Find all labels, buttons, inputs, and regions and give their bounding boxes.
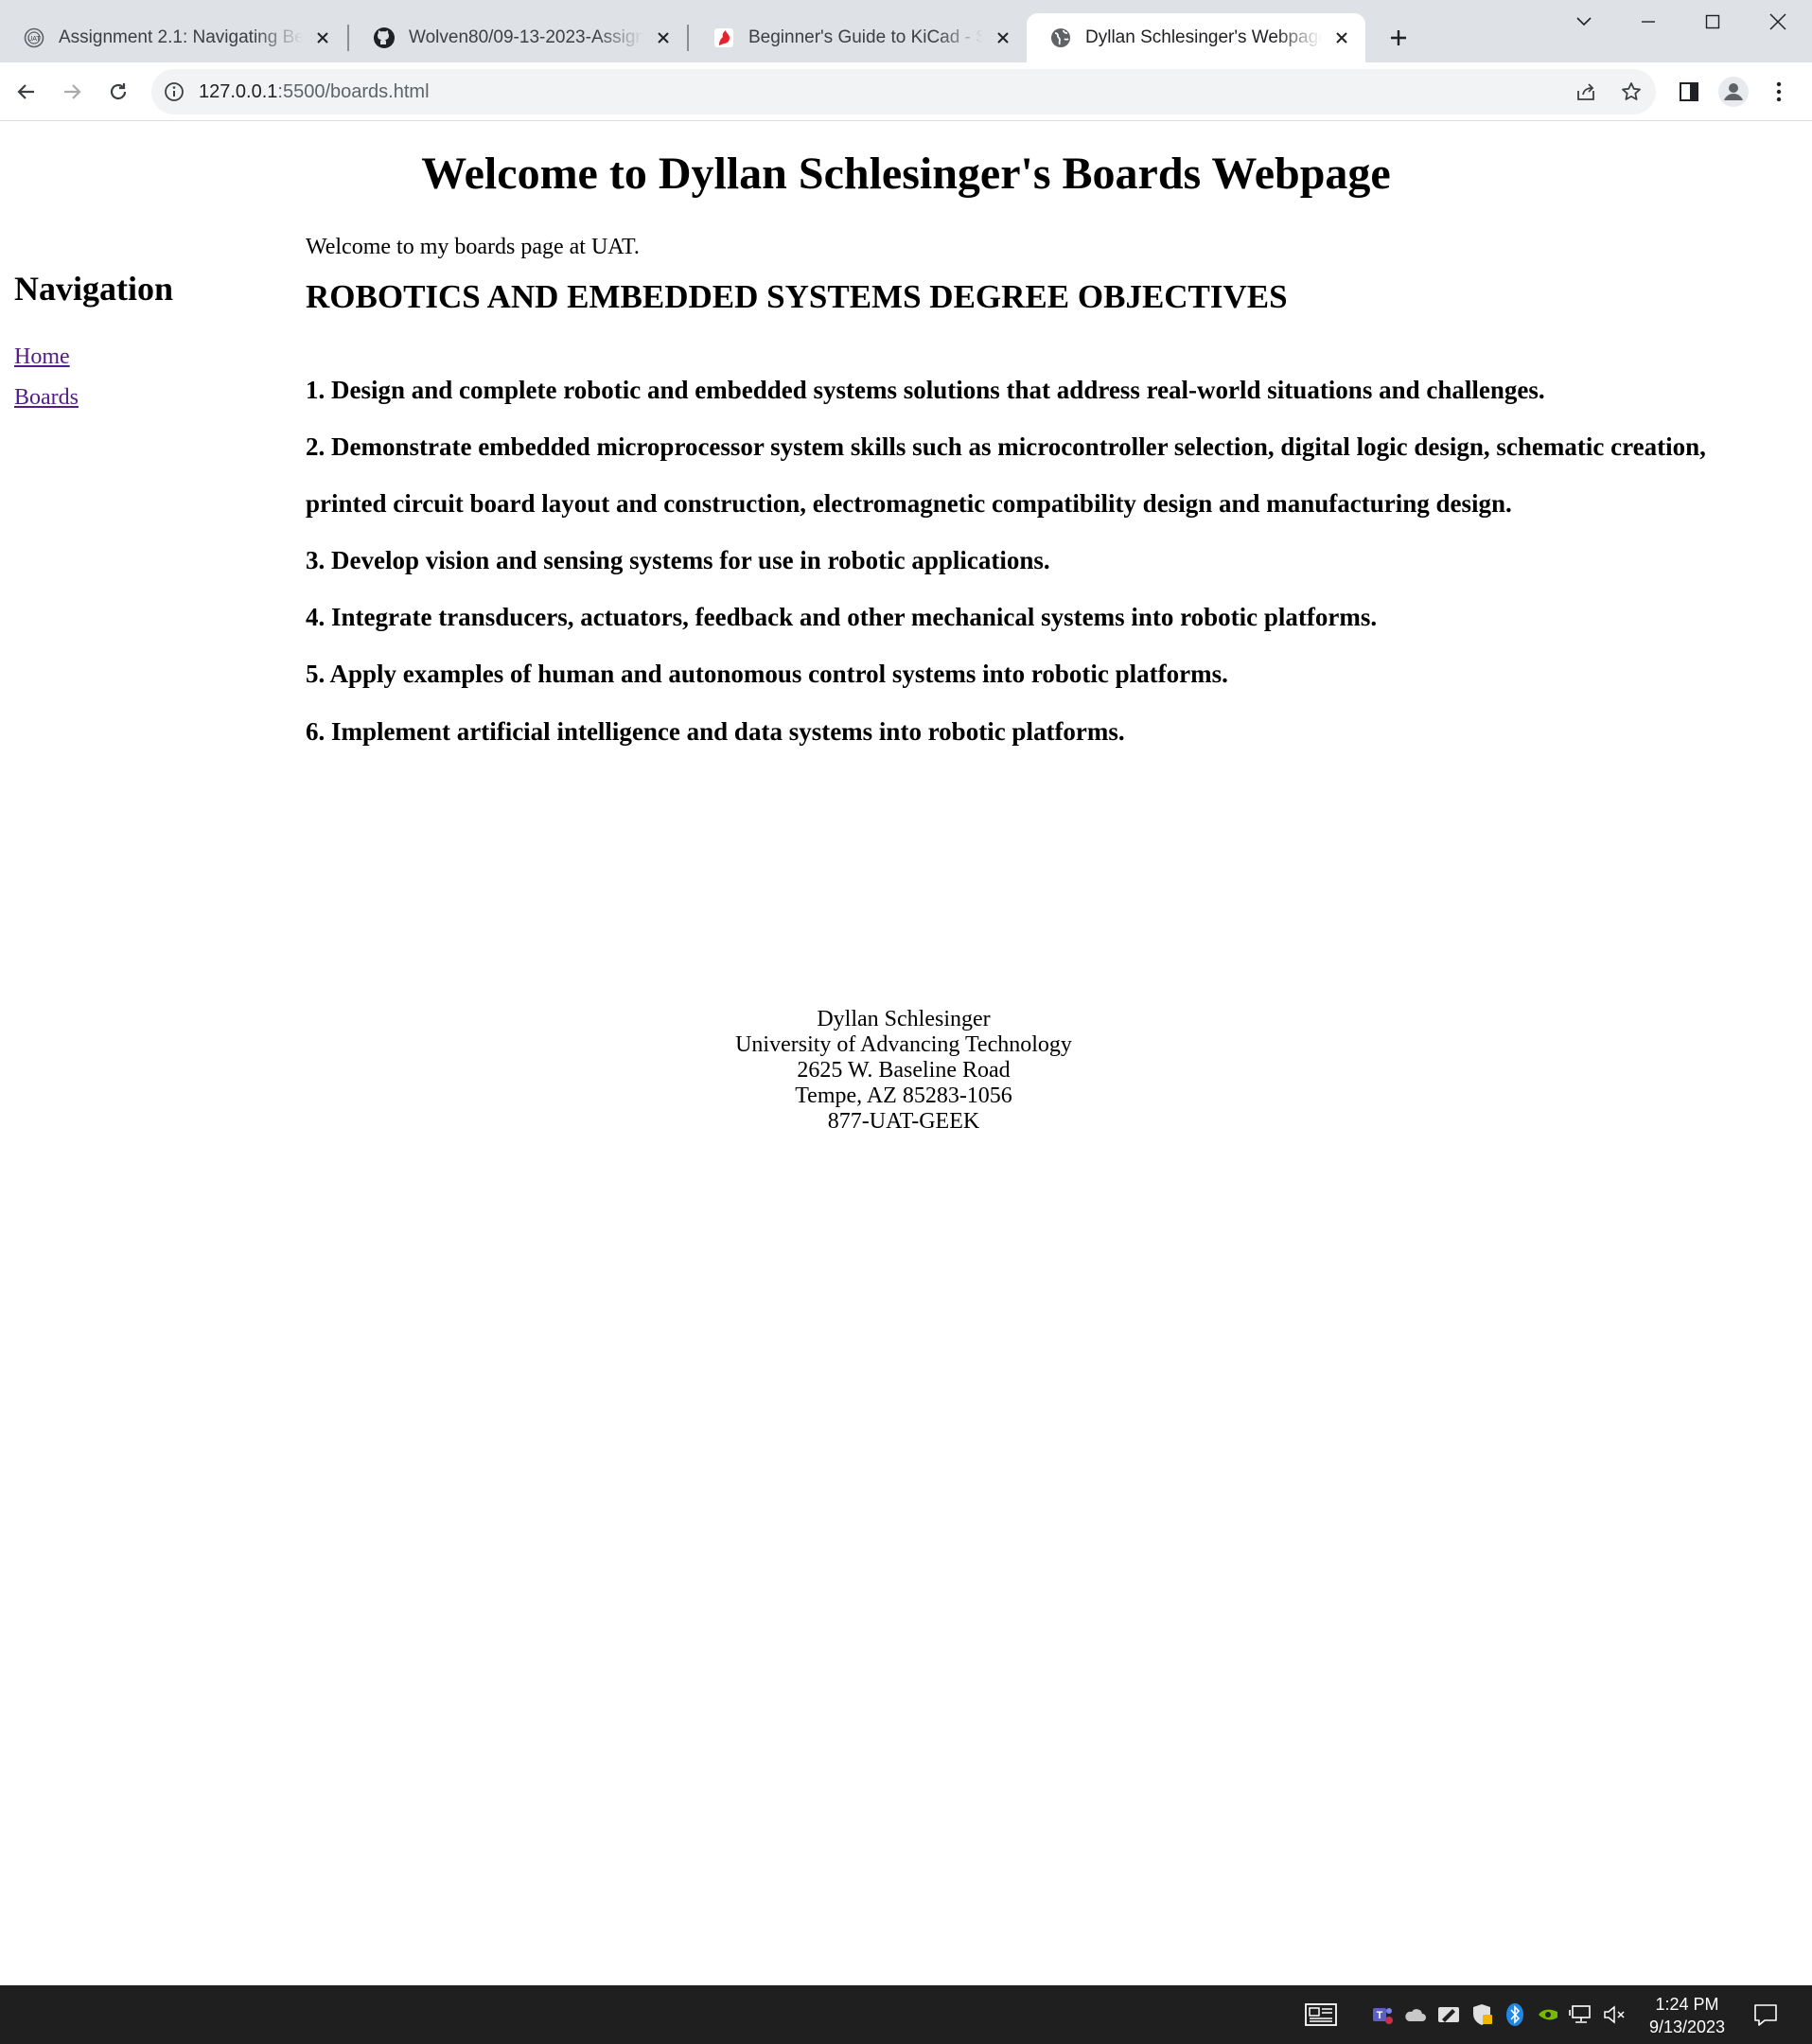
url-path: :5500/boards.html <box>277 80 430 102</box>
navigation-sidebar: Navigation Home Boards <box>14 269 173 411</box>
close-icon[interactable] <box>312 27 333 48</box>
github-icon <box>373 26 396 49</box>
footer-phone: 877-UAT-GEEK <box>827 1109 980 1134</box>
browser-toolbar: 127.0.0.1:5500/boards.html <box>0 62 1812 121</box>
plus-icon <box>1391 30 1406 45</box>
tab-strip: UAT Assignment 2.1: Navigating Betw Wolv… <box>0 0 1812 62</box>
nvidia-icon[interactable] <box>1534 2000 1562 2030</box>
tab-separator <box>687 25 689 51</box>
star-icon <box>1622 82 1641 100</box>
footer-street: 2625 W. Baseline Road <box>797 1058 1011 1083</box>
clock-date: 9/13/2023 <box>1648 2018 1726 2036</box>
tab-title: Dyllan Schlesinger's Webpage <box>1085 27 1322 47</box>
tab-search-button[interactable] <box>1552 0 1616 44</box>
forward-button[interactable] <box>51 71 93 113</box>
avatar-icon <box>1718 77 1749 107</box>
tab-dyllan-webpage[interactable]: Dyllan Schlesinger's Webpage <box>1027 13 1365 62</box>
objective-item: 2. Demonstrate embedded microprocessor s… <box>306 432 1706 518</box>
tab-title: Assignment 2.1: Navigating Betw <box>59 27 303 47</box>
sparkfun-icon <box>712 26 735 49</box>
url-host: 127.0.0.1 <box>199 80 278 102</box>
notification-icon[interactable] <box>1749 2000 1783 2030</box>
teams-icon[interactable]: T <box>1368 2000 1397 2030</box>
objective-item: 3. Develop vision and sensing systems fo… <box>306 546 1050 574</box>
volume-muted-icon[interactable] <box>1600 2000 1628 2030</box>
tab-title: Beginner's Guide to KiCad - Spar <box>748 27 983 47</box>
minimize-button[interactable] <box>1616 0 1680 44</box>
side-panel-button[interactable] <box>1668 71 1710 113</box>
footer-city: Tempe, AZ 85283-1056 <box>795 1084 1012 1108</box>
url-text[interactable]: 127.0.0.1:5500/boards.html <box>199 81 430 103</box>
objective-item: 6. Implement artificial intelligence and… <box>306 717 1125 746</box>
taskbar: T 1:24 PM 9/13/2023 <box>0 1985 1812 2044</box>
close-icon <box>1769 13 1786 30</box>
chevron-down-icon <box>1576 17 1592 26</box>
security-shield-icon[interactable] <box>1468 2000 1496 2030</box>
bluetooth-icon[interactable] <box>1501 2000 1529 2030</box>
page-footer: Dyllan Schlesinger University of Advanci… <box>0 1007 1807 1135</box>
close-icon[interactable] <box>1331 27 1352 48</box>
objective-item: 5. Apply examples of human and autonomou… <box>306 660 1228 688</box>
tab-github[interactable]: Wolven80/09-13-2023-Assignme <box>350 13 687 62</box>
web-page: Welcome to Dyllan Schlesinger's Boards W… <box>0 121 1812 1985</box>
system-clock[interactable]: 1:24 PM 9/13/2023 <box>1626 1993 1749 2038</box>
footer-university: University of Advancing Technology <box>735 1032 1072 1057</box>
arrow-right-icon <box>64 84 81 99</box>
minimize-icon <box>1642 21 1655 23</box>
svg-text:UAT: UAT <box>27 36 41 43</box>
page-title: Welcome to Dyllan Schlesinger's Boards W… <box>421 149 1391 199</box>
nav-link-home[interactable]: Home <box>14 344 173 370</box>
intro-text: Welcome to my boards page at UAT. <box>306 235 640 259</box>
kebab-menu-icon <box>1776 81 1782 102</box>
close-window-button[interactable] <box>1746 0 1810 44</box>
uat-logo-icon: UAT <box>23 26 45 49</box>
side-panel-icon <box>1680 82 1698 101</box>
info-icon[interactable] <box>163 80 185 103</box>
address-bar[interactable]: 127.0.0.1:5500/boards.html <box>151 69 1656 115</box>
reload-button[interactable] <box>97 71 139 113</box>
navigation-heading: Navigation <box>14 270 174 308</box>
tab-kicad-guide[interactable]: Beginner's Guide to KiCad - Spar <box>690 13 1027 62</box>
maximize-button[interactable] <box>1680 0 1745 44</box>
close-icon[interactable] <box>653 27 674 48</box>
bookmark-button[interactable] <box>1610 69 1652 115</box>
network-icon[interactable] <box>1567 2000 1595 2030</box>
clock-time: 1:24 PM <box>1655 1995 1719 2014</box>
share-button[interactable] <box>1565 69 1607 115</box>
degree-objectives-heading: ROBOTICS AND EMBEDDED SYSTEMS DEGREE OBJ… <box>306 278 1288 315</box>
tab-assignment[interactable]: UAT Assignment 2.1: Navigating Betw <box>0 13 346 62</box>
news-widget-icon[interactable] <box>1302 2000 1340 2030</box>
objective-item: 4. Integrate transducers, actuators, fee… <box>306 603 1378 631</box>
objective-item: 1. Design and complete robotic and embed… <box>306 376 1545 404</box>
tab-separator <box>347 25 349 51</box>
arrow-left-icon <box>17 84 34 99</box>
close-icon[interactable] <box>993 27 1013 48</box>
svg-text:T: T <box>1377 2010 1383 2021</box>
pen-tablet-icon[interactable] <box>1434 2000 1463 2030</box>
menu-button[interactable] <box>1758 71 1800 113</box>
maximize-icon <box>1705 14 1720 29</box>
profile-button[interactable] <box>1713 71 1754 113</box>
tab-title: Wolven80/09-13-2023-Assignme <box>409 27 643 47</box>
globe-icon <box>1049 26 1072 49</box>
reload-icon <box>110 83 127 100</box>
back-button[interactable] <box>6 71 47 113</box>
share-icon <box>1577 83 1594 100</box>
footer-name: Dyllan Schlesinger <box>817 1007 991 1031</box>
nav-link-boards[interactable]: Boards <box>14 385 173 411</box>
cloud-icon[interactable] <box>1401 2000 1430 2030</box>
new-tab-button[interactable] <box>1381 21 1416 55</box>
